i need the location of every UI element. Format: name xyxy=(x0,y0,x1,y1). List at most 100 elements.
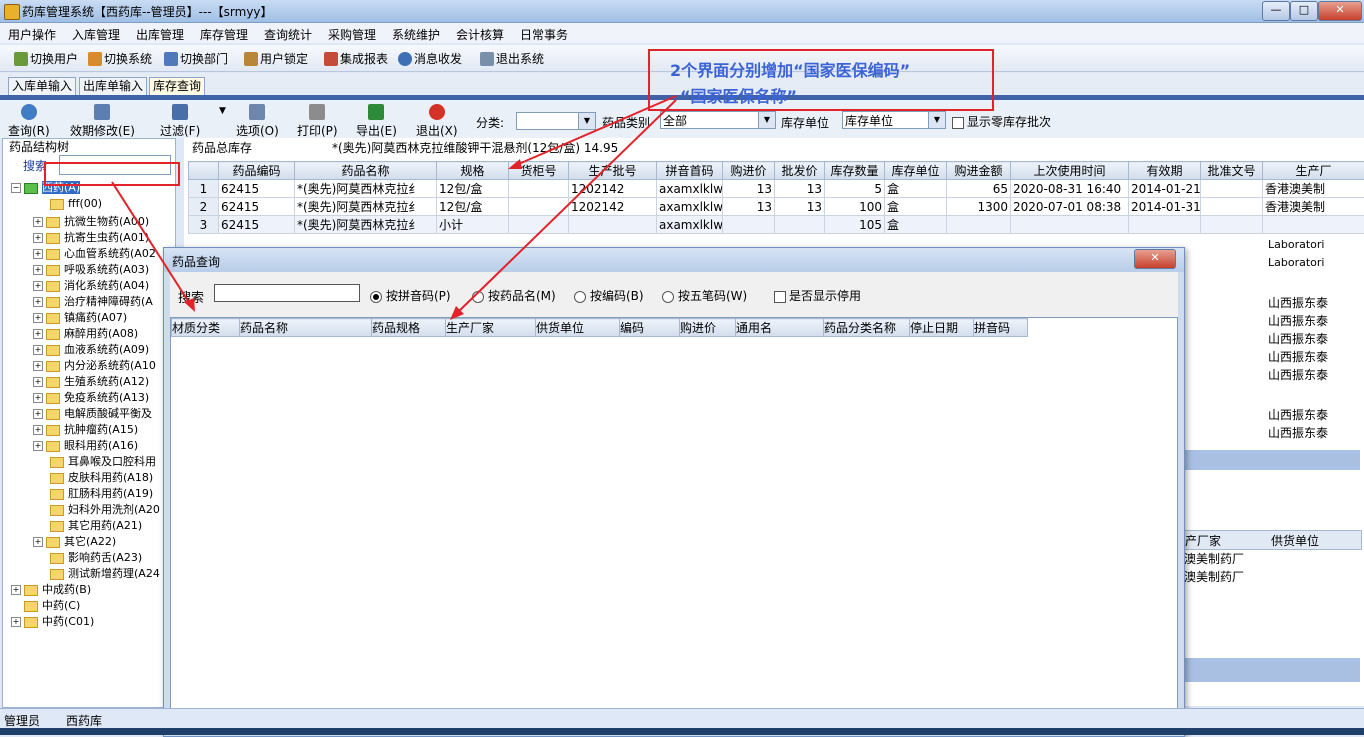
dcol-generic[interactable]: 通用名 xyxy=(736,319,824,337)
table-row[interactable]: 162415*(奥先)阿莫西林克拉纟12包/盒1202142axamxlklw1… xyxy=(189,180,1364,198)
report-icon xyxy=(324,52,338,66)
dcol-pinyin[interactable]: 拼音码 xyxy=(974,319,1028,337)
col-amount[interactable]: 购进金额 xyxy=(947,162,1011,180)
folder-icon xyxy=(50,199,64,210)
dialog-search-input[interactable] xyxy=(214,284,360,302)
tree-node[interactable]: +中药(C) xyxy=(11,597,80,613)
radio-wubi[interactable]: 按五笔码(W) xyxy=(662,287,747,304)
close-button[interactable]: ✕ xyxy=(1318,1,1362,21)
tree-node[interactable]: +其它用药(A21) xyxy=(37,517,142,533)
switch-dept-button[interactable]: 切换部门 xyxy=(164,50,228,67)
tab-inbound[interactable]: 入库单输入 xyxy=(8,77,76,95)
menu-user[interactable]: 用户操作 xyxy=(8,26,56,43)
menu-system[interactable]: 系统维护 xyxy=(392,26,440,43)
radio-code[interactable]: 按编码(B) xyxy=(574,287,644,304)
tree-node[interactable]: +中药(C01) xyxy=(11,613,94,629)
dcol-spec[interactable]: 药品规格 xyxy=(372,319,446,337)
exit-system-button[interactable]: 退出系统 xyxy=(480,50,544,67)
menu-query[interactable]: 查询统计 xyxy=(264,26,312,43)
menu-inbound[interactable]: 入库管理 xyxy=(72,26,120,43)
switch-system-button[interactable]: 切换系统 xyxy=(88,50,152,67)
tree-node[interactable]: +影响药舌(A23) xyxy=(37,549,142,565)
col-code[interactable]: 药品编码 xyxy=(219,162,295,180)
dcol-stop-date[interactable]: 停止日期 xyxy=(910,319,974,337)
menu-accounting[interactable]: 会计核算 xyxy=(456,26,504,43)
tree-node[interactable]: +妇科外用洗剂(A20 xyxy=(37,501,160,517)
query-button[interactable]: 查询(R) xyxy=(8,104,50,139)
export-button[interactable]: 导出(E) xyxy=(356,104,397,139)
tree-node[interactable]: +中成药(B) xyxy=(11,581,91,597)
dcol-code[interactable]: 编码 xyxy=(620,319,680,337)
dialog-body: 搜索 按拼音码(P) 按药品名(M) 按编码(B) 按五笔码(W) 是否显示停用… xyxy=(170,272,1178,732)
col-approval[interactable]: 批准文号 xyxy=(1201,162,1263,180)
tree-node[interactable]: +生殖系统药(A12) xyxy=(33,373,149,389)
radio-name[interactable]: 按药品名(M) xyxy=(472,287,556,304)
switch-user-button[interactable]: 切换用户 xyxy=(14,50,78,67)
tree-node[interactable]: +麻醉用药(A08) xyxy=(33,325,138,341)
print-button[interactable]: 打印(P) xyxy=(297,104,338,139)
table-row[interactable]: 262415*(奥先)阿莫西林克拉纟12包/盒1202142axamxlklw1… xyxy=(189,198,1364,216)
tab-outbound[interactable]: 出库单输入 xyxy=(79,77,147,95)
minimize-button[interactable]: — xyxy=(1262,1,1290,21)
dcol-manufacturer[interactable]: 生产厂家 xyxy=(446,319,536,337)
tree-node[interactable]: +其它(A22) xyxy=(33,533,116,549)
dcol-supplier[interactable]: 供货单位 xyxy=(536,319,620,337)
col-purchase-price[interactable]: 购进价 xyxy=(723,162,775,180)
drug-type-label: 药品类别 xyxy=(602,114,650,131)
menu-purchase[interactable]: 采购管理 xyxy=(328,26,376,43)
col-wholesale-price[interactable]: 批发价 xyxy=(775,162,825,180)
filter-dropdown-arrow-icon[interactable]: ▼ xyxy=(219,106,226,116)
tree-node[interactable]: +免疫系统药(A13) xyxy=(33,389,149,405)
filter-button[interactable]: 过滤(F) xyxy=(160,104,200,139)
reports-button[interactable]: 集成报表 xyxy=(324,50,388,67)
tree-node[interactable]: +抗肿瘤药(A15) xyxy=(33,421,138,437)
col-batch[interactable]: 生产批号 xyxy=(569,162,657,180)
menu-stock[interactable]: 库存管理 xyxy=(200,26,248,43)
col-pinyin[interactable]: 拼音首码 xyxy=(657,162,723,180)
user-lock-button[interactable]: 用户锁定 xyxy=(244,50,308,67)
table-row-subtotal[interactable]: 362415*(奥先)阿莫西林克拉纟小计axamxlklw105盒 xyxy=(189,216,1364,234)
tree-node[interactable]: +血液系统药(A09) xyxy=(33,341,149,357)
col-stock-unit[interactable]: 库存单位 xyxy=(885,162,947,180)
category-select[interactable]: ▼ xyxy=(516,112,596,130)
col-last-used[interactable]: 上次使用时间 xyxy=(1011,162,1129,180)
col-spec[interactable]: 规格 xyxy=(437,162,509,180)
messages-button[interactable]: 消息收发 xyxy=(398,50,462,67)
tree-node[interactable]: +电解质酸碱平衡及 xyxy=(33,405,152,421)
dcol-material[interactable]: 材质分类 xyxy=(172,319,240,337)
tab-stock-query[interactable]: 库存查询 xyxy=(149,77,205,95)
show-zero-stock-checkbox[interactable]: 显示零库存批次 xyxy=(952,113,1051,130)
tree-node[interactable]: +内分泌系统药(A10 xyxy=(33,357,156,373)
dcol-name[interactable]: 药品名称 xyxy=(240,319,372,337)
tree-node[interactable]: +皮肤科用药(A18) xyxy=(37,469,153,485)
options-button[interactable]: 选项(O) xyxy=(236,104,279,139)
col-expiry[interactable]: 有效期 xyxy=(1129,162,1201,180)
dcol-price[interactable]: 购进价 xyxy=(680,319,736,337)
exit-button[interactable]: 退出(X) xyxy=(416,104,458,139)
tree-title: 药品结构树 xyxy=(9,138,69,155)
grid-footer-band xyxy=(1184,450,1360,470)
menu-daily[interactable]: 日常事务 xyxy=(520,26,568,43)
col-name[interactable]: 药品名称 xyxy=(295,162,437,180)
tree-node[interactable]: +fff(00) xyxy=(37,197,102,210)
annotation-arrow-icon xyxy=(100,180,210,320)
app-icon xyxy=(4,4,20,20)
dcol-category[interactable]: 药品分类名称 xyxy=(824,319,910,337)
stock-unit-select[interactable]: 库存单位▼ xyxy=(842,111,946,129)
radio-pinyin[interactable]: 按拼音码(P) xyxy=(370,287,451,304)
tree-node[interactable]: +肛肠科用药(A19) xyxy=(37,485,153,501)
menu-outbound[interactable]: 出库管理 xyxy=(136,26,184,43)
maximize-button[interactable]: □ xyxy=(1290,1,1318,21)
col-shelf[interactable]: 货柜号 xyxy=(509,162,569,180)
show-disabled-checkbox[interactable]: 是否显示停用 xyxy=(774,287,861,304)
col-stock-qty[interactable]: 库存数量 xyxy=(825,162,885,180)
tree-node[interactable]: +测试新增药理(A24 xyxy=(37,565,160,581)
dialog-results-grid[interactable]: 材质分类 药品名称 药品规格 生产厂家 供货单位 编码 购进价 通用名 药品分类… xyxy=(170,317,1178,732)
tree-node[interactable]: +耳鼻喉及口腔科用 xyxy=(37,453,156,469)
col-manufacturer[interactable]: 生产厂 xyxy=(1263,162,1364,180)
tree-node[interactable]: +眼科用药(A16) xyxy=(33,437,138,453)
expiry-edit-button[interactable]: 效期修改(E) xyxy=(70,104,135,139)
drug-type-select[interactable]: 全部▼ xyxy=(660,111,776,129)
annotation-line-1: 2个界面分别增加“国家医保编码” xyxy=(670,57,910,81)
dialog-close-button[interactable]: ✕ xyxy=(1134,249,1176,269)
